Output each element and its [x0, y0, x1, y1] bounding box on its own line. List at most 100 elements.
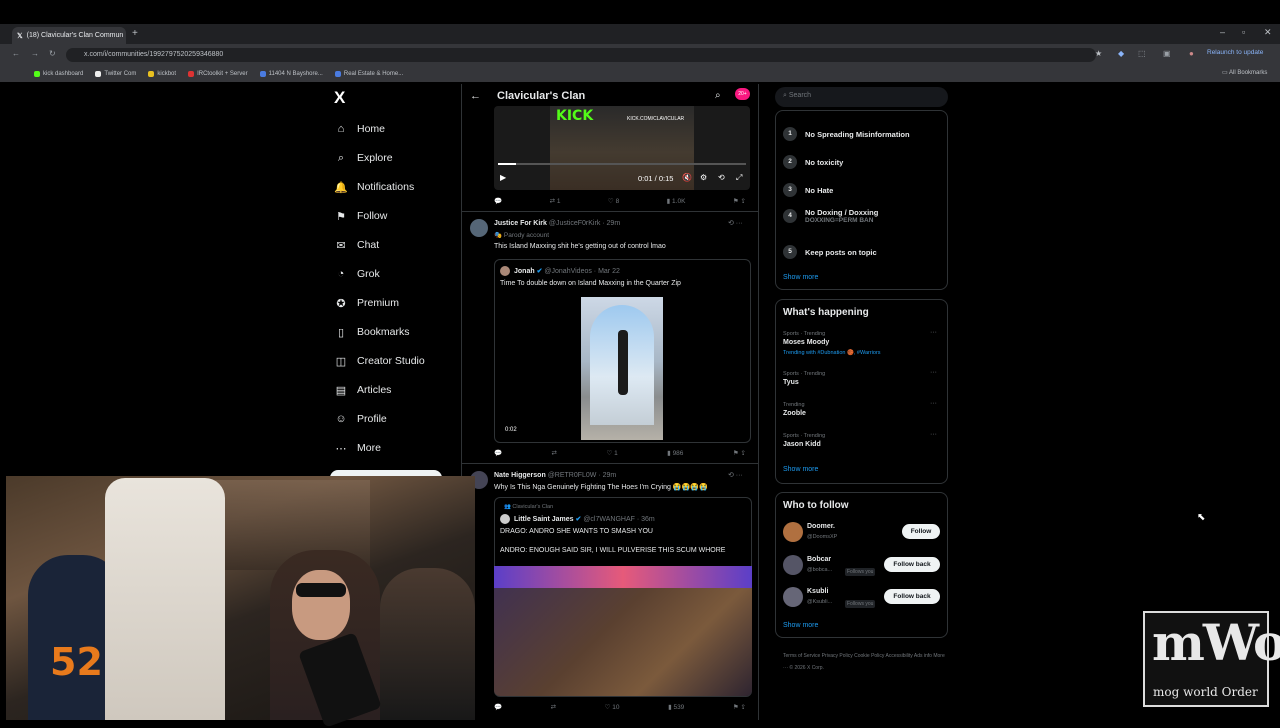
- search-input[interactable]: ⌕ Search: [775, 87, 948, 107]
- nav-item-home[interactable]: ⌂ Home: [334, 120, 385, 138]
- tweet-text: Why Is This Nga Genuinely Fighting The H…: [494, 484, 708, 491]
- browser-tab[interactable]: 𝕏 (18) Clavicular's Clan Commun ×: [12, 27, 126, 44]
- quote-author[interactable]: Little Saint James ✔ @cl7WANGHAF · 36m: [514, 515, 655, 523]
- loop-icon[interactable]: ⟲: [718, 173, 725, 182]
- nav-item-profile[interactable]: ☺ Profile: [334, 410, 386, 428]
- bookmark-item[interactable]: Twitter Com: [95, 71, 136, 77]
- back-icon[interactable]: ←: [12, 49, 20, 58]
- nav-item-notifications[interactable]: 🔔 Notifications: [334, 178, 414, 196]
- nav-item-premium[interactable]: ✪ Premium: [334, 294, 399, 312]
- trend-more-icon[interactable]: ···: [930, 369, 937, 376]
- community-rule[interactable]: 2 No toxicity: [783, 155, 843, 169]
- community-rule[interactable]: 1 No Spreading Misinformation: [783, 127, 910, 141]
- puzzle-icon[interactable]: ⬚: [1138, 49, 1146, 58]
- notification-badge[interactable]: 20+: [735, 88, 750, 100]
- community-rule[interactable]: 3 No Hate: [783, 183, 833, 197]
- follow-suggestion-name[interactable]: Bobcar: [807, 556, 831, 563]
- footer-links[interactable]: Terms of Service Privacy Policy Cookie P…: [783, 650, 948, 674]
- address-bar[interactable]: x.com/i/communities/1992797520259346880: [66, 48, 1096, 62]
- bookmark-share-icon[interactable]: ⚑ ⇪: [733, 449, 746, 457]
- nav-item-grok[interactable]: ◔ Grok: [334, 265, 380, 283]
- like-icon[interactable]: ♡ 8: [608, 197, 619, 205]
- bookmark-item[interactable]: 11404 N Bayshore...: [259, 71, 323, 77]
- video-progress[interactable]: [498, 163, 746, 165]
- follow-button[interactable]: Follow back: [884, 557, 940, 572]
- settings-icon[interactable]: ⚙: [700, 173, 707, 182]
- community-rule[interactable]: 4 No Doxing / Doxxing DOXXING=PERM BAN: [783, 208, 878, 224]
- avatar[interactable]: [470, 219, 488, 237]
- bookmark-item[interactable]: kick dashboard: [34, 71, 83, 77]
- maximize-icon[interactable]: ▫: [1242, 27, 1245, 37]
- trend-more-icon[interactable]: ···: [930, 329, 937, 336]
- retweet-icon[interactable]: ⇄ 1: [550, 197, 561, 205]
- show-more-link[interactable]: Show more: [783, 274, 818, 281]
- trend-name[interactable]: Moses Moody: [783, 339, 829, 346]
- follow-suggestion-name[interactable]: Doomer.: [807, 523, 835, 530]
- minimize-icon[interactable]: –: [1220, 27, 1225, 37]
- profile-avatar-icon[interactable]: ●: [1189, 49, 1194, 58]
- bookmark-item[interactable]: Real Estate & Home...: [334, 71, 403, 77]
- nav-item-more[interactable]: ⋯ More: [334, 439, 381, 457]
- views-icon[interactable]: ▮ 539: [668, 703, 684, 711]
- bookmark-share-icon[interactable]: ⚑ ⇪: [733, 703, 746, 711]
- bookmark-item[interactable]: IRCtoolkit + Server: [188, 71, 248, 77]
- mute-icon[interactable]: 🔇: [682, 173, 692, 182]
- avatar[interactable]: [783, 587, 803, 607]
- retweet-icon[interactable]: ⇄: [552, 449, 557, 457]
- reload-icon[interactable]: ↻: [49, 49, 56, 58]
- relaunch-button[interactable]: Relaunch to update: [1207, 49, 1263, 56]
- nav-item-explore[interactable]: ⌕ Explore: [334, 149, 393, 167]
- quote-author[interactable]: Jonah ✔ @JonahVideos · Mar 22: [514, 267, 620, 275]
- nav-item-chat[interactable]: ✉ Chat: [334, 236, 379, 254]
- search-icon[interactable]: ⌕: [715, 90, 721, 101]
- retweet-icon[interactable]: ⇄: [551, 703, 556, 711]
- follow-button[interactable]: Follow back: [884, 589, 940, 604]
- tweet-author[interactable]: Nate Higgerson @RETR0FL0W · 29m: [494, 472, 616, 479]
- more-options-icon[interactable]: ⟲ ···: [728, 219, 743, 227]
- avatar[interactable]: [783, 522, 803, 542]
- views-icon[interactable]: ▮ 986: [667, 449, 683, 457]
- tweet-author[interactable]: Justice For Kirk @JusticeF0rKirk · 29m: [494, 220, 620, 227]
- views-icon[interactable]: ▮ 1.0K: [667, 197, 686, 205]
- play-icon[interactable]: ▶: [500, 173, 506, 182]
- new-tab-icon[interactable]: +: [132, 28, 138, 39]
- community-rule[interactable]: 5 Keep posts on topic: [783, 245, 877, 259]
- trend-more-icon[interactable]: ···: [930, 400, 937, 407]
- show-more-link[interactable]: Show more: [783, 622, 818, 629]
- reply-icon[interactable]: 💬: [494, 449, 502, 457]
- more-options-icon[interactable]: ⟲ ···: [728, 471, 743, 479]
- nav-item-creator-studio[interactable]: ◫ Creator Studio: [334, 352, 425, 370]
- sunglasses: [296, 583, 346, 597]
- back-arrow-icon[interactable]: ←: [470, 90, 481, 102]
- x-logo-icon[interactable]: X: [334, 88, 345, 108]
- nav-item-bookmarks[interactable]: ▯ Bookmarks: [334, 323, 410, 341]
- reply-icon[interactable]: 💬: [494, 197, 502, 205]
- trend-name[interactable]: Jason Kidd: [783, 441, 821, 448]
- extension-icon[interactable]: ◆: [1118, 49, 1124, 58]
- bookmark-item[interactable]: kickbot: [148, 71, 176, 77]
- follow-suggestion-name[interactable]: Ksubli: [807, 588, 828, 595]
- sidepanel-icon[interactable]: ▣: [1163, 49, 1171, 58]
- close-window-icon[interactable]: ✕: [1264, 27, 1272, 38]
- rule-text: No Spreading Misinformation: [805, 129, 910, 139]
- nav-item-articles[interactable]: ▤ Articles: [334, 381, 392, 399]
- webcam-face: [292, 570, 350, 640]
- all-bookmarks[interactable]: ▭ All Bookmarks: [1222, 69, 1267, 76]
- follow-suggestion-handle: @bobca...: [807, 567, 833, 573]
- follow-button[interactable]: Follow: [902, 524, 940, 539]
- forward-icon[interactable]: →: [31, 49, 39, 58]
- like-icon[interactable]: ♡ 10: [605, 703, 620, 711]
- avatar[interactable]: [783, 555, 803, 575]
- nav-item-follow[interactable]: ⚑ Follow: [334, 207, 387, 225]
- star-icon[interactable]: ★: [1095, 49, 1102, 58]
- show-more-link[interactable]: Show more: [783, 466, 818, 473]
- reply-icon[interactable]: 💬: [494, 703, 502, 711]
- bookmark-share-icon[interactable]: ⚑ ⇪: [733, 197, 746, 205]
- trend-extra[interactable]: Trending with #Dubnation 🏀, #Warriors: [783, 350, 881, 356]
- like-icon[interactable]: ♡ 1: [606, 449, 617, 457]
- fullscreen-icon[interactable]: ⤢: [736, 173, 742, 183]
- trend-more-icon[interactable]: ···: [930, 431, 937, 438]
- webcam-person: [380, 568, 475, 720]
- trend-name[interactable]: Zooble: [783, 410, 806, 417]
- trend-name[interactable]: Tyus: [783, 379, 799, 386]
